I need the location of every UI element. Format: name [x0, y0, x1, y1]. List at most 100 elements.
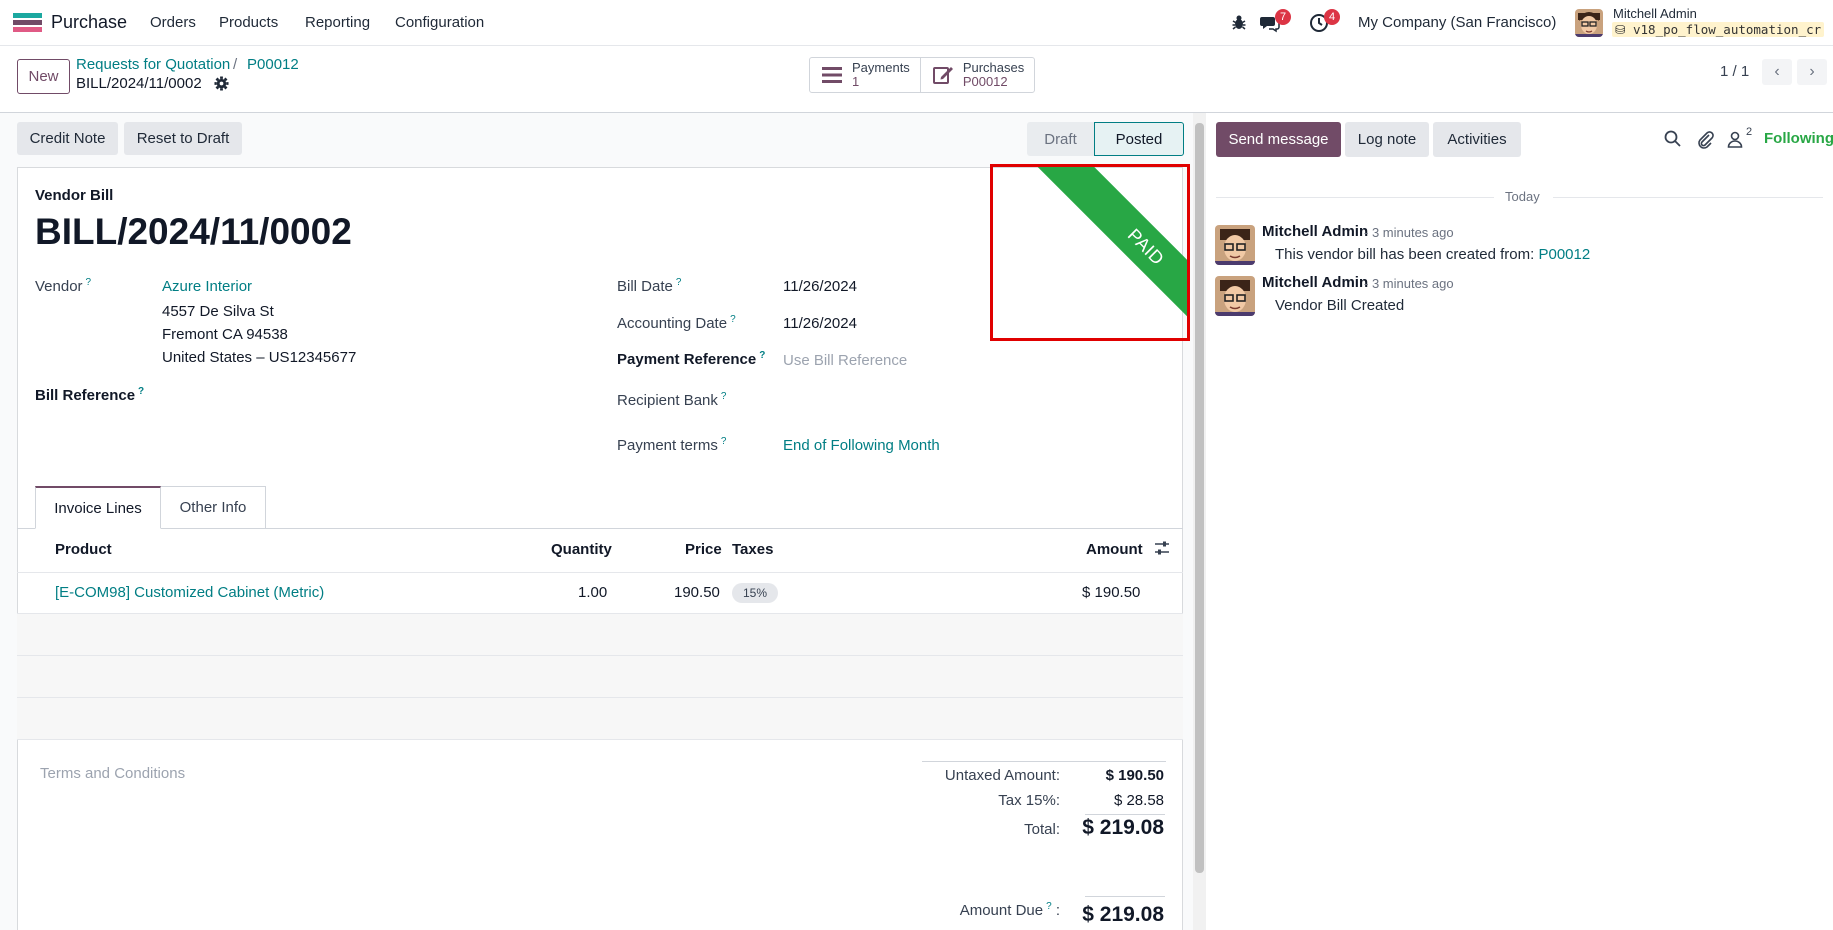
message-author[interactable]: Mitchell Admin — [1262, 223, 1368, 240]
accounting-date-label: Accounting Date? — [617, 314, 736, 332]
pager-counter[interactable]: 1 / 1 — [1720, 63, 1749, 80]
date-separator-today: Today — [1505, 189, 1540, 204]
vendor-address-line2: Fremont CA 94538 — [162, 326, 288, 343]
pager-previous-button[interactable]: ‹ — [1762, 59, 1792, 85]
message-author-avatar[interactable] — [1215, 225, 1255, 265]
message-po-link[interactable]: P00012 — [1538, 246, 1590, 263]
send-message-button[interactable]: Send message — [1216, 122, 1341, 157]
bill-number: BILL/2024/11/0002 — [35, 211, 352, 252]
terms-and-conditions-field[interactable]: Terms and Conditions — [40, 765, 185, 782]
vendor-address-line3: United States – US12345677 — [162, 349, 357, 366]
smart-buttons: Payments 1 Purchases P00012 — [809, 57, 1036, 93]
message-time: - 3 minutes ago — [1364, 276, 1454, 291]
message-body: This vendor bill has been created from: … — [1275, 246, 1590, 263]
activities-button[interactable]: Activities — [1433, 122, 1521, 157]
payments-smart-button[interactable]: Payments 1 — [810, 58, 920, 92]
top-navbar: Purchase Orders Products Reporting Confi… — [0, 0, 1833, 46]
paid-ribbon: PAID — [1036, 167, 1187, 338]
menu-orders[interactable]: Orders — [150, 14, 196, 31]
payments-count: 1 — [852, 74, 860, 89]
company-switcher[interactable]: My Company (San Francisco) — [1358, 14, 1556, 31]
column-amount[interactable]: Amount — [1086, 541, 1143, 558]
bill-reference-label: Bill Reference? — [35, 386, 144, 404]
tab-invoice-lines[interactable]: Invoice Lines — [35, 486, 161, 529]
followers-count: 2 — [1746, 126, 1753, 138]
bill-date-field[interactable]: 11/26/2024 — [783, 278, 857, 295]
line-quantity[interactable]: 1.00 — [578, 584, 607, 601]
chevron-right-icon: › — [1809, 63, 1815, 80]
message-time: - 3 minutes ago — [1364, 225, 1454, 240]
help-icon[interactable]: ? — [721, 391, 727, 402]
payment-terms-label-text: Payment terms — [617, 437, 718, 454]
table-header-divider — [17, 572, 1183, 573]
payment-reference-label-text: Payment Reference — [617, 351, 757, 368]
pager-next-button[interactable]: › — [1797, 59, 1827, 85]
menu-configuration[interactable]: Configuration — [395, 14, 484, 31]
line-product[interactable]: [E-COM98] Customized Cabinet (Metric) — [55, 584, 324, 601]
totals-divider — [922, 761, 1166, 762]
total-label: Total: — [1024, 821, 1060, 838]
date-separator-line — [1553, 197, 1823, 198]
vendor-label-text: Vendor — [35, 278, 83, 295]
new-button[interactable]: New — [17, 59, 70, 94]
activities-badge: 4 — [1324, 9, 1341, 25]
paperclip-icon[interactable] — [1695, 129, 1715, 149]
payment-terms-field[interactable]: End of Following Month — [783, 437, 940, 454]
following-button[interactable]: Following — [1764, 130, 1833, 147]
empty-row — [17, 698, 1183, 739]
vendor-link[interactable]: Azure Interior — [162, 278, 252, 295]
message-author[interactable]: Mitchell Admin — [1262, 274, 1368, 291]
help-icon[interactable]: ? — [676, 277, 682, 288]
payment-reference-label: Payment Reference? — [617, 350, 765, 368]
status-draft[interactable]: Draft — [1027, 122, 1094, 156]
line-tax-badge[interactable]: 15% — [732, 583, 778, 603]
search-icon[interactable] — [1663, 129, 1683, 149]
bill-date-label-text: Bill Date — [617, 278, 673, 295]
paid-ribbon-highlight: PAID — [990, 164, 1190, 341]
purchases-smart-button[interactable]: Purchases P00012 — [919, 58, 1034, 92]
user-name[interactable]: Mitchell Admin — [1613, 6, 1697, 21]
edit-icon — [932, 67, 953, 84]
help-icon[interactable]: ? — [138, 386, 144, 397]
accounting-date-field[interactable]: 11/26/2024 — [783, 315, 857, 332]
line-price[interactable]: 190.50 — [674, 584, 720, 601]
accounting-date-label-text: Accounting Date — [617, 315, 728, 332]
purchase-app-icon[interactable] — [13, 13, 42, 32]
purchases-label: Purchases — [962, 60, 1025, 75]
credit-note-button[interactable]: Credit Note — [17, 122, 118, 155]
menu-products[interactable]: Products — [219, 14, 278, 31]
tax-label: Tax 15%: — [998, 792, 1060, 809]
breadcrumb-po[interactable]: P00012 — [247, 56, 299, 73]
form-scrollbar-thumb[interactable] — [1195, 123, 1204, 873]
column-settings-icon[interactable] — [1154, 540, 1170, 556]
status-posted[interactable]: Posted — [1094, 122, 1184, 156]
gear-icon[interactable] — [214, 76, 229, 91]
column-taxes[interactable]: Taxes — [732, 541, 773, 558]
column-product[interactable]: Product — [55, 541, 112, 558]
user-avatar[interactable] — [1575, 9, 1603, 37]
help-icon[interactable]: ? — [721, 436, 727, 447]
column-price[interactable]: Price — [685, 541, 722, 558]
payment-terms-label: Payment terms? — [617, 436, 726, 454]
tab-other-info[interactable]: Other Info — [161, 486, 266, 529]
message-author-avatar[interactable] — [1215, 276, 1255, 316]
log-note-button[interactable]: Log note — [1345, 122, 1429, 157]
help-icon[interactable]: ? — [759, 350, 765, 361]
help-icon[interactable]: ? — [86, 277, 92, 288]
reset-to-draft-button[interactable]: Reset to Draft — [124, 122, 242, 155]
app-name[interactable]: Purchase — [51, 12, 127, 33]
column-quantity[interactable]: Quantity — [551, 541, 612, 558]
database-name-text: v18_po_flow_automation_cr — [1633, 22, 1822, 37]
help-icon[interactable]: ? — [730, 314, 736, 325]
purchases-value: P00012 — [962, 74, 1008, 89]
help-icon[interactable]: ? — [1046, 901, 1052, 912]
breadcrumb-current: BILL/2024/11/0002 — [76, 75, 202, 92]
payments-label: Payments — [852, 60, 910, 75]
untaxed-amount-label: Untaxed Amount: — [944, 767, 1060, 784]
payment-reference-field[interactable]: Use Bill Reference — [783, 352, 907, 369]
recipient-bank-label: Recipient Bank? — [617, 391, 726, 409]
bug-icon[interactable] — [1229, 13, 1249, 33]
breadcrumb-rfq[interactable]: Requests for Quotation — [76, 56, 230, 73]
menu-reporting[interactable]: Reporting — [305, 14, 370, 31]
followers-icon[interactable] — [1725, 129, 1745, 149]
